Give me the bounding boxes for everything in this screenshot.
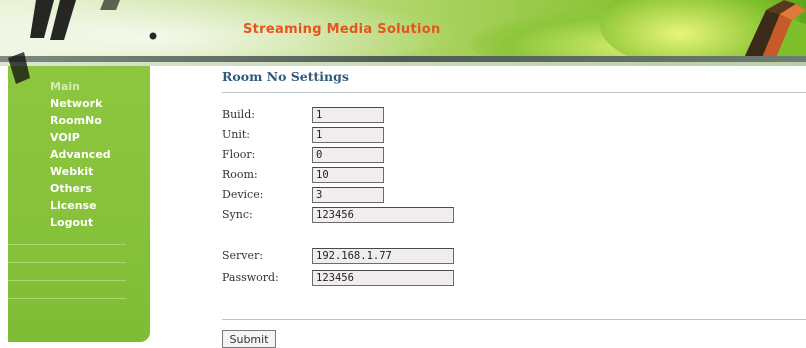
sidebar-divider <box>8 298 126 299</box>
sidebar-item-advanced[interactable]: Advanced <box>50 146 111 163</box>
page-title: Room No Settings <box>222 69 349 84</box>
server-label: Server: <box>222 249 263 262</box>
sidebar-item-roomno[interactable]: RoomNo <box>50 112 111 129</box>
server-input[interactable]: 192.168.1.77 <box>312 248 454 264</box>
room-label: Room: <box>222 168 258 181</box>
header-banner: Streaming Media Solution <box>0 0 806 66</box>
form-divider <box>222 319 806 320</box>
sidebar-item-others[interactable]: Others <box>50 180 111 197</box>
device-input[interactable]: 3 <box>312 187 384 203</box>
sidebar-divider <box>8 244 126 245</box>
unit-input[interactable]: 1 <box>312 127 384 143</box>
sidebar-item-license[interactable]: License <box>50 197 111 214</box>
app-title: Streaming Media Solution <box>243 22 441 37</box>
sync-label: Sync: <box>222 208 253 221</box>
submit-button[interactable]: Submit <box>222 330 276 348</box>
room-input[interactable]: 10 <box>312 167 384 183</box>
floor-label: Floor: <box>222 148 256 161</box>
build-label: Build: <box>222 108 255 121</box>
unit-label: Unit: <box>222 128 250 141</box>
password-input[interactable]: 123456 <box>312 270 454 286</box>
floor-input[interactable]: 0 <box>312 147 384 163</box>
sidebar-item-webkit[interactable]: Webkit <box>50 163 111 180</box>
sidebar: Main Network RoomNo VOIP Advanced Webkit… <box>8 66 150 342</box>
device-label: Device: <box>222 188 264 201</box>
sidebar-nav: Main Network RoomNo VOIP Advanced Webkit… <box>50 78 111 231</box>
sidebar-item-logout[interactable]: Logout <box>50 214 111 231</box>
sidebar-item-network[interactable]: Network <box>50 95 111 112</box>
sidebar-item-main[interactable]: Main <box>50 78 111 95</box>
main-content: Room No Settings Build: 1 Unit: 1 Floor:… <box>222 66 806 348</box>
password-label: Password: <box>222 271 279 284</box>
sidebar-divider <box>8 262 126 263</box>
banner-corner-graphic <box>744 0 806 58</box>
sync-input[interactable]: 123456 <box>312 207 454 223</box>
sidebar-item-voip[interactable]: VOIP <box>50 129 111 146</box>
title-divider <box>222 92 806 93</box>
build-input[interactable]: 1 <box>312 107 384 123</box>
sidebar-divider <box>8 280 126 281</box>
